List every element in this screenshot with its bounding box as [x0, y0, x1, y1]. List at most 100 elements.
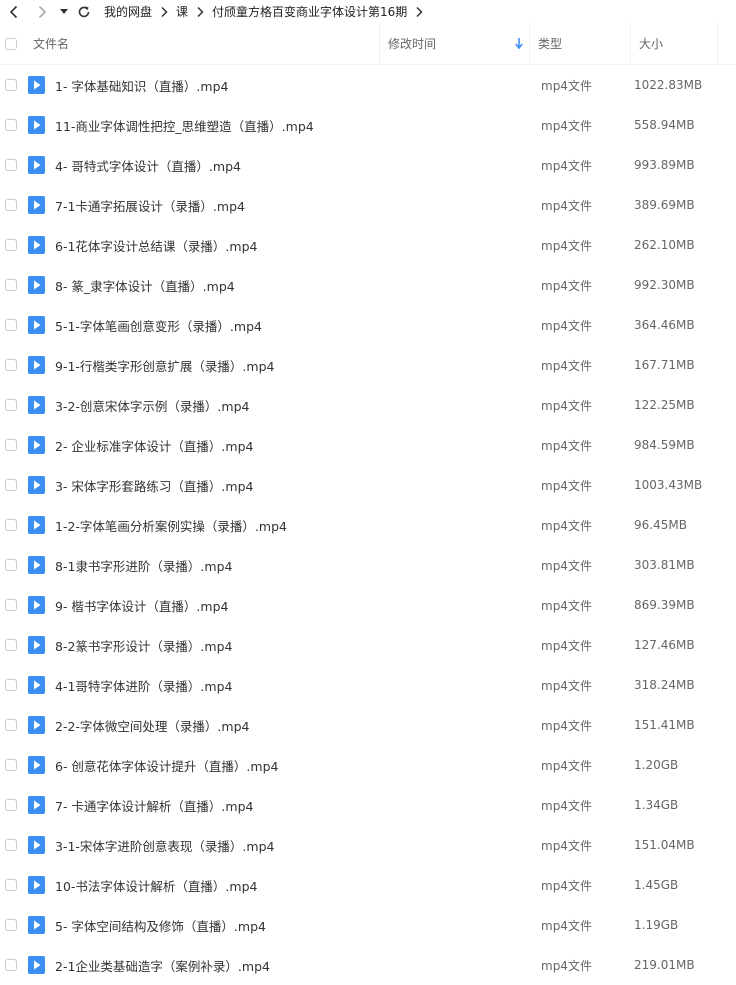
file-row[interactable]: 9- 楷书字体设计（直播）.mp4 mp4文件 869.39MB: [0, 585, 736, 625]
file-type: mp4文件: [541, 318, 592, 333]
file-row[interactable]: 7-1卡通字拓展设计（录播）.mp4 mp4文件 389.69MB: [0, 185, 736, 225]
row-checkbox[interactable]: [5, 759, 17, 771]
file-name[interactable]: 7-1卡通字拓展设计（录播）.mp4: [55, 196, 378, 215]
row-checkbox[interactable]: [5, 279, 17, 291]
file-row[interactable]: 11-商业字体调性把控_思维塑造（直播）.mp4 mp4文件 558.94MB: [0, 105, 736, 145]
breadcrumb-item-root[interactable]: 我的网盘: [104, 3, 152, 20]
row-checkbox[interactable]: [5, 519, 17, 531]
file-row[interactable]: 3- 宋体字形套路练习（直播）.mp4 mp4文件 1003.43MB: [0, 465, 736, 505]
row-checkbox[interactable]: [5, 439, 17, 451]
column-header-modified[interactable]: 修改时间: [380, 23, 530, 64]
file-type: mp4文件: [541, 798, 592, 813]
file-name[interactable]: 4- 哥特式字体设计（直播）.mp4: [55, 156, 378, 175]
file-type: mp4文件: [541, 918, 592, 933]
file-row[interactable]: 4-1哥特字体进阶（录播）.mp4 mp4文件 318.24MB: [0, 665, 736, 705]
file-row[interactable]: 8-2篆书字形设计（录播）.mp4 mp4文件 127.46MB: [0, 625, 736, 665]
forward-button[interactable]: [32, 2, 52, 22]
file-row[interactable]: 1-2-字体笔画分析案例实操（录播）.mp4 mp4文件 96.45MB: [0, 505, 736, 545]
file-row[interactable]: 5-1-字体笔画创意变形（录播）.mp4 mp4文件 364.46MB: [0, 305, 736, 345]
row-checkbox[interactable]: [5, 879, 17, 891]
row-checkbox[interactable]: [5, 559, 17, 571]
file-name[interactable]: 6- 创意花体字体设计提升（直播）.mp4: [55, 756, 378, 775]
file-name[interactable]: 8-1隶书字形进阶（录播）.mp4: [55, 556, 378, 575]
file-row[interactable]: 3-2-创意宋体字示例（录播）.mp4 mp4文件 122.25MB: [0, 385, 736, 425]
file-name[interactable]: 4-1哥特字体进阶（录播）.mp4: [55, 676, 378, 695]
row-checkbox[interactable]: [5, 719, 17, 731]
row-checkbox[interactable]: [5, 839, 17, 851]
file-size: 151.04MB: [634, 838, 695, 852]
file-row[interactable]: 2- 企业标准字体设计（直播）.mp4 mp4文件 984.59MB: [0, 425, 736, 465]
file-row[interactable]: 4- 哥特式字体设计（直播）.mp4 mp4文件 993.89MB: [0, 145, 736, 185]
row-checkbox[interactable]: [5, 959, 17, 971]
file-row[interactable]: 2-1企业类基础造字（案例补录）.mp4 mp4文件 219.01MB: [0, 945, 736, 985]
column-header-type[interactable]: 类型: [530, 23, 631, 64]
breadcrumb-item-course[interactable]: 课: [176, 3, 188, 20]
row-checkbox[interactable]: [5, 119, 17, 131]
file-size: 219.01MB: [634, 958, 695, 972]
file-row[interactable]: 7- 卡通字体设计解析（直播）.mp4 mp4文件 1.34GB: [0, 785, 736, 825]
row-checkbox[interactable]: [5, 919, 17, 931]
video-file-icon: [28, 756, 45, 774]
row-checkbox[interactable]: [5, 799, 17, 811]
file-name[interactable]: 1- 字体基础知识（直播）.mp4: [55, 76, 378, 95]
file-name[interactable]: 9-1-行楷类字形创意扩展（录播）.mp4: [55, 356, 378, 375]
refresh-button[interactable]: [74, 2, 94, 22]
breadcrumb-item-current[interactable]: 付颀童方格百变商业字体设计第16期: [212, 3, 407, 20]
column-header-name[interactable]: 文件名: [31, 23, 380, 64]
file-type: mp4文件: [541, 758, 592, 773]
row-checkbox[interactable]: [5, 239, 17, 251]
row-select-cell: [0, 519, 31, 531]
row-checkbox[interactable]: [5, 159, 17, 171]
row-checkbox[interactable]: [5, 479, 17, 491]
row-checkbox[interactable]: [5, 199, 17, 211]
row-checkbox[interactable]: [5, 319, 17, 331]
row-checkbox[interactable]: [5, 679, 17, 691]
file-row[interactable]: 10-书法字体设计解析（直播）.mp4 mp4文件 1.45GB: [0, 865, 736, 905]
file-type: mp4文件: [541, 358, 592, 373]
row-checkbox[interactable]: [5, 639, 17, 651]
row-select-cell: [0, 239, 31, 251]
row-checkbox[interactable]: [5, 599, 17, 611]
file-row[interactable]: 8-1隶书字形进阶（录播）.mp4 mp4文件 303.81MB: [0, 545, 736, 585]
file-size: 303.81MB: [634, 558, 695, 572]
file-size: 558.94MB: [634, 118, 695, 132]
file-name[interactable]: 2-1企业类基础造字（案例补录）.mp4: [55, 956, 378, 975]
file-name[interactable]: 3-2-创意宋体字示例（录播）.mp4: [55, 396, 378, 415]
file-type: mp4文件: [541, 198, 592, 213]
file-name[interactable]: 5-1-字体笔画创意变形（录播）.mp4: [55, 316, 378, 335]
file-name[interactable]: 7- 卡通字体设计解析（直播）.mp4: [55, 796, 378, 815]
chevron-right-icon[interactable]: [415, 6, 423, 18]
file-row[interactable]: 6- 创意花体字体设计提升（直播）.mp4 mp4文件 1.20GB: [0, 745, 736, 785]
row-checkbox[interactable]: [5, 399, 17, 411]
file-name[interactable]: 1-2-字体笔画分析案例实操（录播）.mp4: [55, 516, 378, 535]
file-name[interactable]: 2- 企业标准字体设计（直播）.mp4: [55, 436, 378, 455]
file-type: mp4文件: [541, 118, 592, 133]
file-name[interactable]: 11-商业字体调性把控_思维塑造（直播）.mp4: [55, 116, 378, 135]
file-name[interactable]: 9- 楷书字体设计（直播）.mp4: [55, 596, 378, 615]
column-header-size[interactable]: 大小: [631, 23, 718, 64]
file-row[interactable]: 8- 篆_隶字体设计（直播）.mp4 mp4文件 992.30MB: [0, 265, 736, 305]
row-checkbox[interactable]: [5, 359, 17, 371]
file-row[interactable]: 2-2-字体微空间处理（录播）.mp4 mp4文件 151.41MB: [0, 705, 736, 745]
back-button[interactable]: [4, 2, 24, 22]
file-row[interactable]: 6-1花体字设计总结课（录播）.mp4 mp4文件 262.10MB: [0, 225, 736, 265]
row-checkbox[interactable]: [5, 79, 17, 91]
file-type: mp4文件: [541, 238, 592, 253]
file-row[interactable]: 3-1-宋体字进阶创意表现（录播）.mp4 mp4文件 151.04MB: [0, 825, 736, 865]
file-name[interactable]: 3-1-宋体字进阶创意表现（录播）.mp4: [55, 836, 378, 855]
file-name[interactable]: 10-书法字体设计解析（直播）.mp4: [55, 876, 378, 895]
file-name[interactable]: 8-2篆书字形设计（录播）.mp4: [55, 636, 378, 655]
file-row[interactable]: 5- 字体空间结构及修饰（直播）.mp4 mp4文件 1.19GB: [0, 905, 736, 945]
file-name[interactable]: 5- 字体空间结构及修饰（直播）.mp4: [55, 916, 378, 935]
file-name[interactable]: 6-1花体字设计总结课（录播）.mp4: [55, 236, 378, 255]
history-dropdown-button[interactable]: [58, 2, 70, 22]
file-size: 364.46MB: [634, 318, 695, 332]
select-all-checkbox[interactable]: [5, 37, 17, 50]
video-file-icon: [28, 436, 45, 454]
file-row[interactable]: 1- 字体基础知识（直播）.mp4 mp4文件 1022.83MB: [0, 65, 736, 105]
file-name[interactable]: 2-2-字体微空间处理（录播）.mp4: [55, 716, 378, 735]
file-row[interactable]: 9-1-行楷类字形创意扩展（录播）.mp4 mp4文件 167.71MB: [0, 345, 736, 385]
file-name[interactable]: 3- 宋体字形套路练习（直播）.mp4: [55, 476, 378, 495]
file-name[interactable]: 8- 篆_隶字体设计（直播）.mp4: [55, 276, 378, 295]
file-type: mp4文件: [541, 398, 592, 413]
